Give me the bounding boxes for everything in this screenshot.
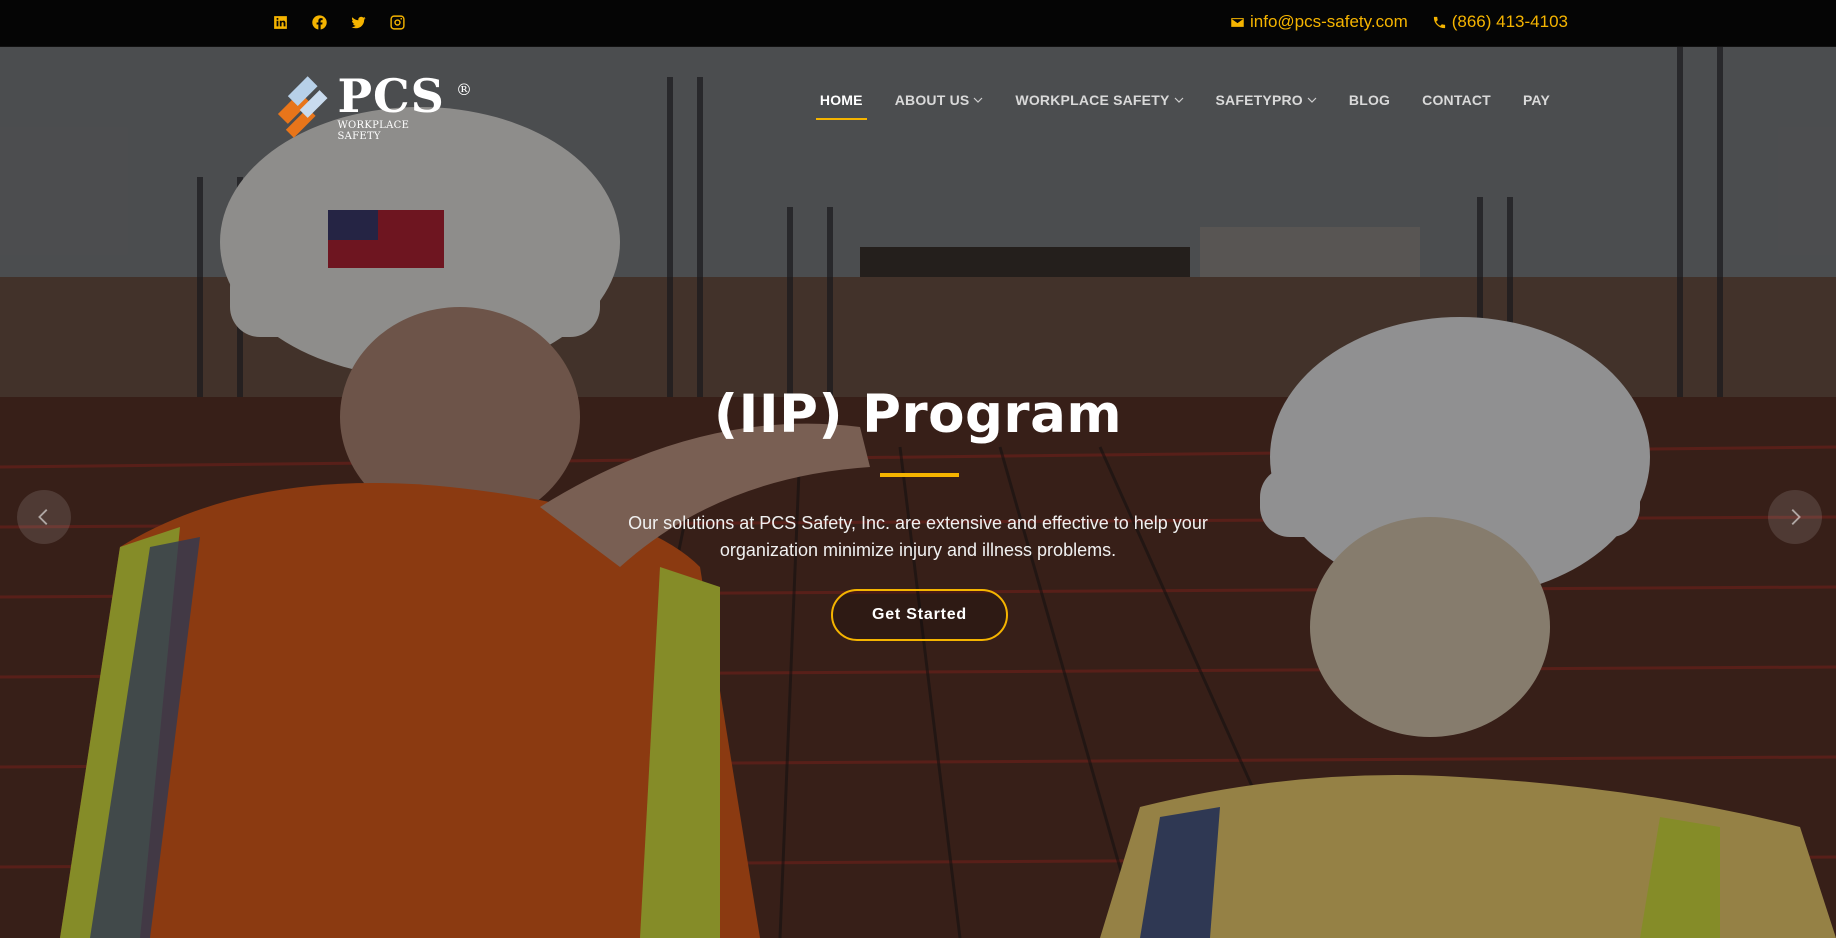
nav-item-workplace-safety[interactable]: WORKPLACE SAFETY	[999, 92, 1199, 108]
hero-slider	[0, 47, 1836, 938]
social-links	[270, 12, 407, 32]
email-link[interactable]: info@pcs-safety.com	[1230, 12, 1408, 32]
hero-dark-overlay	[0, 47, 1836, 938]
chevron-left-icon	[38, 509, 48, 525]
chevron-down-icon	[1307, 97, 1317, 103]
pcs-logo-icon	[277, 76, 328, 138]
nav-item-blog[interactable]: BLOG	[1333, 92, 1406, 108]
phone-link[interactable]: (866) 413-4103	[1432, 12, 1568, 32]
nav-item-pay[interactable]: PAY	[1507, 92, 1566, 108]
slider-next-button[interactable]	[1768, 490, 1822, 544]
envelope-icon	[1231, 17, 1244, 27]
nav-item-contact[interactable]: CONTACT	[1406, 92, 1507, 108]
chevron-down-icon	[1174, 97, 1183, 103]
slider-prev-button[interactable]	[17, 490, 71, 544]
registered-mark: ®	[456, 80, 473, 99]
top-bar: info@pcs-safety.com (866) 413-4103	[0, 0, 1836, 47]
facebook-icon[interactable]	[309, 12, 329, 32]
hero-title: (IIP) Program	[713, 384, 1123, 445]
logo-wordmark: PCS ® WORKPLACE SAFETY	[337, 69, 473, 142]
phone-icon	[1433, 16, 1445, 28]
logo-tagline: WORKPLACE SAFETY	[337, 120, 410, 142]
chevron-right-icon	[1791, 509, 1801, 525]
hero-description-line1: Our solutions at PCS Safety, Inc. are ex…	[628, 513, 1208, 533]
main-nav: HOME ABOUT US WORKPLACE SAFETY SAFETYPRO…	[804, 92, 1566, 120]
chevron-down-icon	[973, 97, 983, 103]
contact-info: info@pcs-safety.com (866) 413-4103	[1230, 12, 1568, 32]
nav-item-home[interactable]: HOME	[804, 92, 879, 120]
twitter-icon[interactable]	[348, 12, 368, 32]
email-text: info@pcs-safety.com	[1250, 12, 1408, 31]
instagram-icon[interactable]	[387, 12, 407, 32]
nav-item-safetypro[interactable]: SAFETYPRO	[1200, 92, 1333, 108]
phone-text: (866) 413-4103	[1451, 12, 1568, 31]
nav-item-about-us[interactable]: ABOUT US	[879, 92, 1000, 108]
hero-description: Our solutions at PCS Safety, Inc. are ex…	[600, 510, 1236, 564]
linkedin-icon[interactable]	[270, 12, 290, 32]
logo-name: PCS ®	[337, 69, 473, 123]
site-logo[interactable]: PCS ® WORKPLACE SAFETY	[270, 66, 473, 150]
hero-description-line2: organization minimize injury and illness…	[719, 540, 1117, 560]
get-started-button[interactable]: Get Started	[831, 589, 1008, 641]
title-underline	[880, 473, 959, 477]
